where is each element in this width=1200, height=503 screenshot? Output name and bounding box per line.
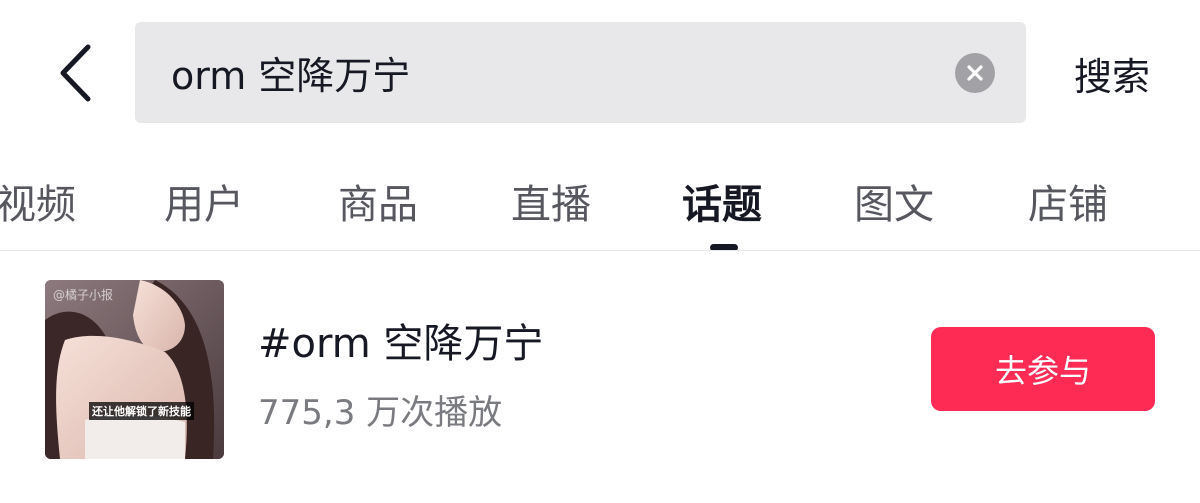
topic-search-page: 搜索 视频 用户 商品 直播 话题 图文 店铺 [0,0,1200,503]
tab-videos[interactable]: 视频 [0,172,76,230]
chevron-left-icon [60,44,91,102]
topic-result-item[interactable]: @橘子小报 还让他解锁了新技能 #orm 空降万宁 775,3 万次播放 去参与 [0,251,1200,481]
topic-thumbnail[interactable]: @橘子小报 还让他解锁了新技能 [45,280,224,459]
back-button[interactable] [50,40,100,106]
category-tabs: 视频 用户 商品 直播 话题 图文 店铺 [0,160,1200,251]
tab-shops[interactable]: 店铺 [1028,172,1108,230]
tab-topics[interactable]: 话题 [682,172,762,230]
topic-title[interactable]: #orm 空降万宁 [258,311,543,369]
join-topic-button[interactable]: 去参与 [931,327,1155,411]
thumbnail-watermark: @橘子小报 [53,288,114,302]
close-icon [967,65,983,81]
search-box [135,22,1026,123]
clear-search-button[interactable] [955,53,995,93]
tab-live[interactable]: 直播 [511,172,591,230]
tab-products[interactable]: 商品 [338,172,418,230]
thumbnail-caption: 还让他解锁了新技能 [89,402,194,420]
search-button[interactable]: 搜索 [1074,46,1150,101]
tab-image-text[interactable]: 图文 [854,172,934,230]
search-input[interactable] [171,22,931,123]
tab-users[interactable]: 用户 [164,172,244,230]
topic-play-count: 775,3 万次播放 [258,393,503,433]
thumbnail-image [45,280,224,459]
